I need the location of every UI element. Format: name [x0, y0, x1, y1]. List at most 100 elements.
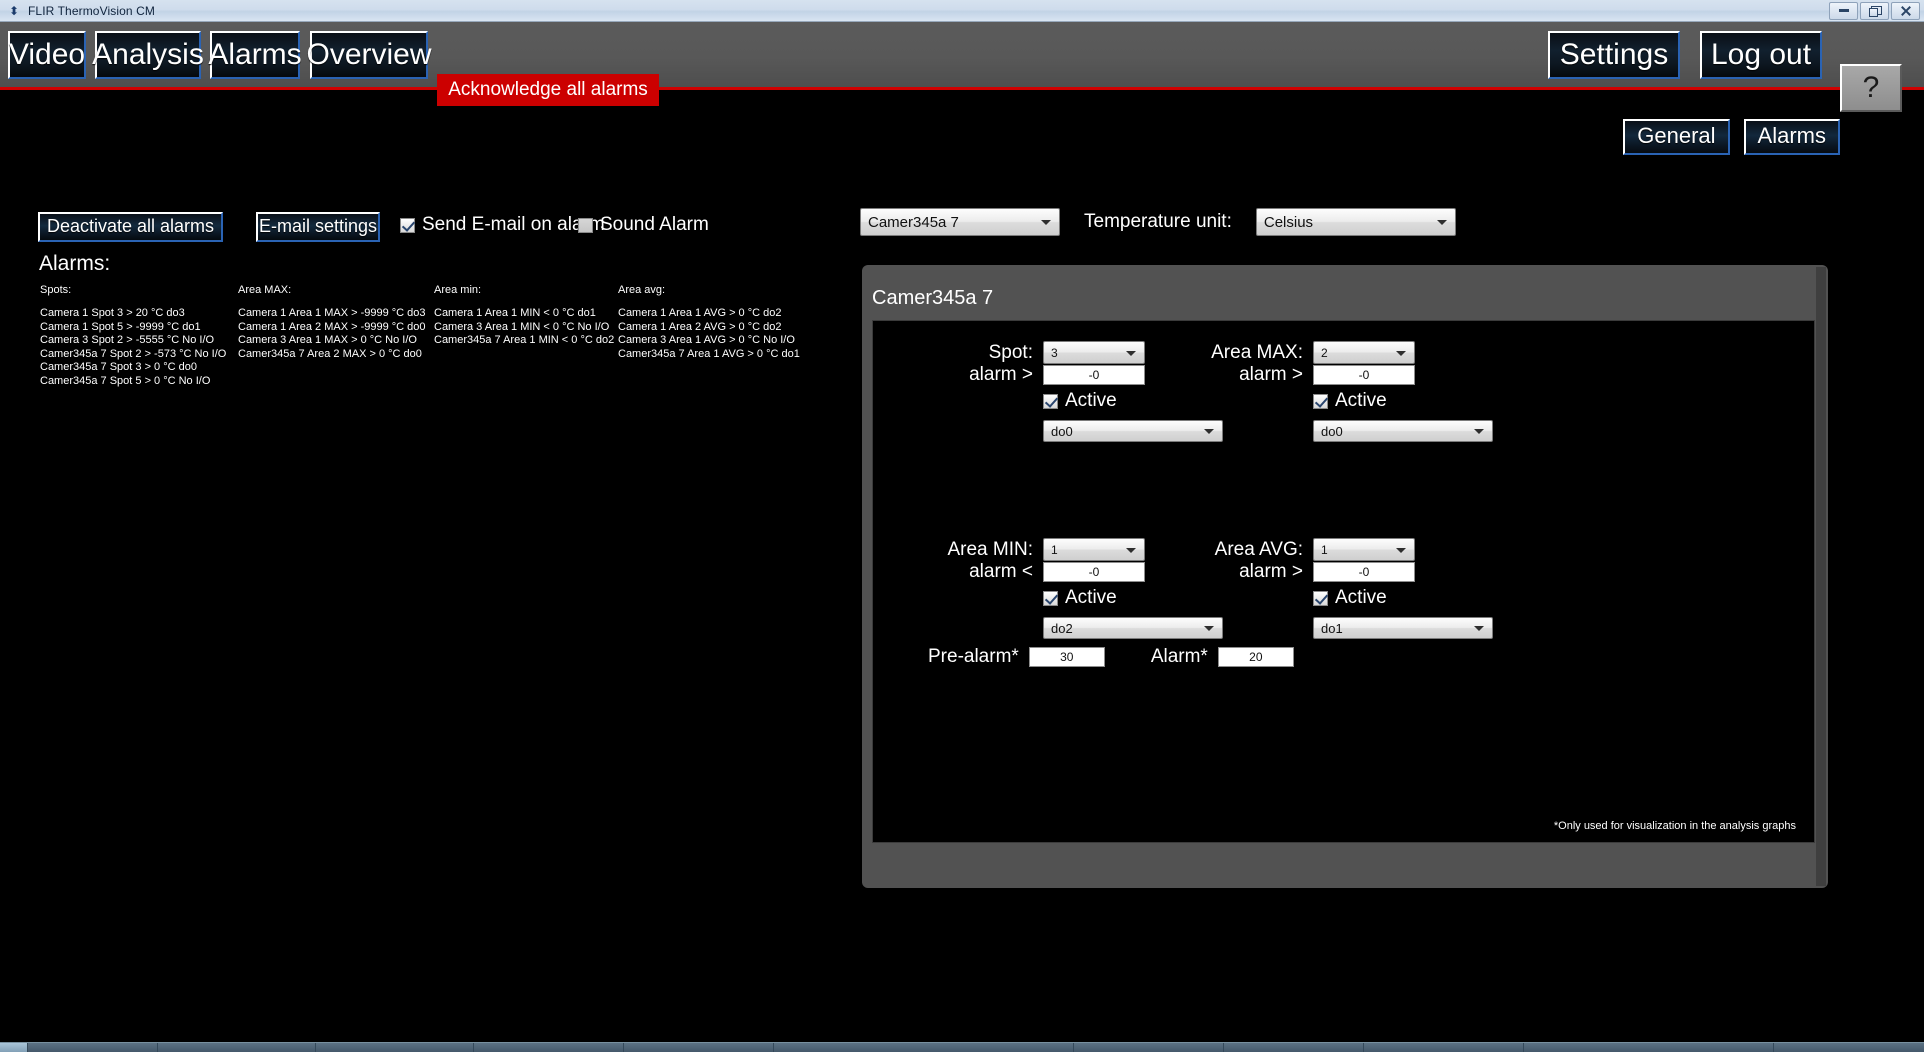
- area-avg-label: Area AVG:: [1143, 539, 1303, 561]
- alarms-heading: Alarms:: [39, 252, 110, 276]
- nav-button-analysis[interactable]: Analysis: [95, 31, 201, 79]
- alarm-settings-area: Spot: 3 alarm > -0 Active do0: [872, 320, 1815, 843]
- spot-output-value: do0: [1051, 424, 1073, 439]
- taskbar-item[interactable]: [1524, 1043, 1774, 1052]
- nav-button-video[interactable]: Video: [8, 31, 86, 79]
- panel-title: Camer345a 7: [872, 287, 993, 310]
- area-max-active-label: Active: [1335, 390, 1387, 412]
- camera-selection-bar: Camer345a 7 Temperature unit: Celsius: [860, 208, 1456, 236]
- chevron-down-icon: [1474, 626, 1484, 631]
- area-max-active-checkbox[interactable]: [1313, 394, 1328, 409]
- area-max-alarm-operator-label: alarm >: [1143, 364, 1303, 386]
- area-min-alarm-operator-label: alarm <: [873, 561, 1033, 583]
- camera-select[interactable]: Camer345a 7: [860, 208, 1060, 236]
- chevron-down-icon: [1126, 351, 1136, 356]
- sound-alarm-label: Sound Alarm: [600, 214, 709, 236]
- chevron-down-icon: [1396, 351, 1406, 356]
- app-toolbar: Video Analysis Alarms Overview Acknowled…: [0, 22, 1924, 90]
- nav-button-logout[interactable]: Log out: [1700, 31, 1822, 79]
- taskbar-item[interactable]: [624, 1043, 774, 1052]
- send-email-on-alarm-row[interactable]: Send E-mail on alarm: [400, 214, 605, 236]
- email-settings-button[interactable]: E-mail settings: [256, 212, 380, 242]
- taskbar-item[interactable]: [774, 1043, 1074, 1052]
- prealarm-label: Pre-alarm*: [928, 646, 1019, 668]
- area-min-output-select[interactable]: do2: [1043, 617, 1223, 639]
- column-header: Spots:: [40, 284, 226, 296]
- prealarm-row: Pre-alarm* 30 Alarm* 20: [928, 646, 1294, 668]
- sound-alarm-checkbox[interactable]: [578, 218, 593, 233]
- taskbar-item[interactable]: [1224, 1043, 1364, 1052]
- column-header: Area min:: [434, 284, 614, 296]
- temperature-unit-select[interactable]: Celsius: [1256, 208, 1456, 236]
- nav-button-alarms[interactable]: Alarms: [210, 31, 300, 79]
- alarm-line: Camera 3 Area 1 MIN < 0 °C No I/O: [434, 321, 614, 335]
- nav-button-settings[interactable]: Settings: [1548, 31, 1680, 79]
- chevron-down-icon: [1437, 220, 1447, 225]
- spot-alarm-threshold-input[interactable]: -0: [1043, 365, 1145, 385]
- deactivate-all-alarms-button[interactable]: Deactivate all alarms: [38, 212, 223, 242]
- area-min-index-value: 1: [1051, 543, 1058, 557]
- taskbar-item[interactable]: [474, 1043, 624, 1052]
- area-min-output-value: do2: [1051, 621, 1073, 636]
- tab-alarms[interactable]: Alarms: [1744, 119, 1840, 155]
- window-title: FLIR ThermoVision CM: [28, 4, 155, 18]
- nav-button-overview[interactable]: Overview: [310, 31, 428, 79]
- minimize-icon[interactable]: [1829, 2, 1858, 20]
- area-max-output-select[interactable]: do0: [1313, 420, 1493, 442]
- spot-index-select[interactable]: 3: [1043, 341, 1145, 364]
- sound-alarm-row[interactable]: Sound Alarm: [578, 214, 709, 236]
- sub-tab-bar: General Alarms: [1623, 119, 1840, 155]
- chevron-down-icon: [1204, 626, 1214, 631]
- acknowledge-all-alarms-button[interactable]: Acknowledge all alarms: [437, 74, 659, 106]
- os-taskbar: [0, 1042, 1924, 1052]
- spot-active-label: Active: [1065, 390, 1117, 412]
- area-min-index-select[interactable]: 1: [1043, 538, 1145, 561]
- alarm-line: Camer345a 7 Area 1 AVG > 0 °C do1: [618, 348, 800, 362]
- alarm-line: Camera 1 Area 1 AVG > 0 °C do2: [618, 307, 800, 321]
- chevron-down-icon: [1396, 548, 1406, 553]
- area-max-label: Area MAX:: [1143, 342, 1303, 364]
- area-min-label: Area MIN:: [873, 539, 1033, 561]
- tab-general[interactable]: General: [1623, 119, 1729, 155]
- area-max-alarm-threshold-input[interactable]: -0: [1313, 365, 1415, 385]
- panel-scrollbar[interactable]: [1816, 267, 1826, 886]
- chevron-down-icon: [1474, 429, 1484, 434]
- close-icon[interactable]: [1891, 2, 1920, 20]
- maximize-icon[interactable]: [1860, 2, 1889, 20]
- column-header: Area avg:: [618, 284, 800, 296]
- send-email-on-alarm-checkbox[interactable]: [400, 218, 415, 233]
- area-min-active-label: Active: [1065, 587, 1117, 609]
- alarm-label: Alarm*: [1151, 646, 1208, 668]
- taskbar-item[interactable]: [1074, 1043, 1224, 1052]
- area-min-alarm-threshold-input[interactable]: -0: [1043, 562, 1145, 582]
- alarm-line: Camera 3 Spot 2 > -5555 °C No I/O: [40, 334, 226, 348]
- taskbar-item[interactable]: [1364, 1043, 1524, 1052]
- area-avg-active-checkbox[interactable]: [1313, 591, 1328, 606]
- alarm-line: Camera 1 Spot 5 > -9999 °C do1: [40, 321, 226, 335]
- area-avg-index-select[interactable]: 1: [1313, 538, 1415, 561]
- alarm-input[interactable]: 20: [1218, 647, 1294, 667]
- alarm-column-area-avg: Area avg: Camera 1 Area 1 AVG > 0 °C do2…: [618, 284, 800, 361]
- taskbar-item[interactable]: [158, 1043, 316, 1052]
- prealarm-input[interactable]: 30: [1029, 647, 1105, 667]
- help-button[interactable]: ?: [1840, 64, 1902, 112]
- spot-active-checkbox[interactable]: [1043, 394, 1058, 409]
- alarm-line: Camera 3 Area 1 AVG > 0 °C No I/O: [618, 334, 800, 348]
- area-max-index-select[interactable]: 2: [1313, 341, 1415, 364]
- window-titlebar: ⬍ FLIR ThermoVision CM: [0, 0, 1924, 22]
- area-avg-output-select[interactable]: do1: [1313, 617, 1493, 639]
- taskbar-item[interactable]: [28, 1043, 158, 1052]
- taskbar-start-button[interactable]: [0, 1043, 28, 1052]
- taskbar-item[interactable]: [316, 1043, 474, 1052]
- camera-alarm-panel: Camer345a 7 Spot: 3 alarm > -0 Active: [862, 265, 1828, 888]
- area-min-active-checkbox[interactable]: [1043, 591, 1058, 606]
- spot-output-select[interactable]: do0: [1043, 420, 1223, 442]
- chevron-down-icon: [1204, 429, 1214, 434]
- alarm-line: Camer345a 7 Area 2 MAX > 0 °C do0: [238, 348, 426, 362]
- area-avg-alarm-threshold-input[interactable]: -0: [1313, 562, 1415, 582]
- alarm-line: Camer345a 7 Spot 5 > 0 °C No I/O: [40, 375, 226, 389]
- window-controls: [1829, 2, 1924, 20]
- area-avg-active-label: Active: [1335, 587, 1387, 609]
- spot-index-value: 3: [1051, 346, 1058, 360]
- alarm-line: Camer345a 7 Spot 3 > 0 °C do0: [40, 361, 226, 375]
